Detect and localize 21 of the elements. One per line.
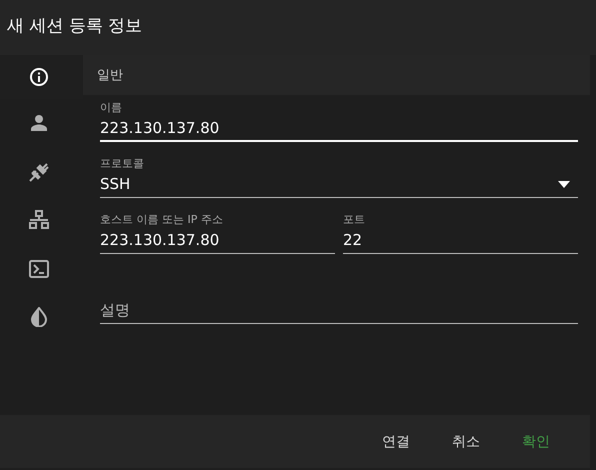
input-field[interactable]: 223.130.137.80 bbox=[100, 227, 335, 254]
section-title: 일반 bbox=[97, 67, 123, 84]
info-icon bbox=[28, 67, 48, 87]
contrast-icon bbox=[30, 307, 46, 328]
input-field[interactable]: 223.130.137.80 bbox=[100, 115, 578, 142]
caret-icon bbox=[558, 180, 570, 188]
field-label: 포트 bbox=[343, 213, 365, 227]
dialog-button[interactable]: 취소 bbox=[442, 424, 490, 458]
plug-icon bbox=[28, 160, 50, 183]
window-title: 새 세션 등록 정보 bbox=[0, 0, 596, 55]
field-label: 프로토콜 bbox=[100, 157, 144, 171]
network-icon bbox=[28, 210, 48, 230]
input-field[interactable]: 22 bbox=[343, 227, 578, 254]
dialog-button[interactable]: 연결 bbox=[372, 424, 420, 458]
input-field[interactable]: 설명 bbox=[100, 297, 578, 324]
terminal-icon bbox=[28, 260, 48, 278]
person-icon bbox=[30, 114, 48, 132]
protocol-dropdown[interactable]: 프로토콜 SSH bbox=[100, 150, 578, 198]
field-label: 호스트 이름 또는 IP 주소 bbox=[100, 213, 223, 227]
field-label: 이름 bbox=[100, 101, 122, 115]
dialog-button[interactable]: 확인 bbox=[512, 424, 560, 458]
